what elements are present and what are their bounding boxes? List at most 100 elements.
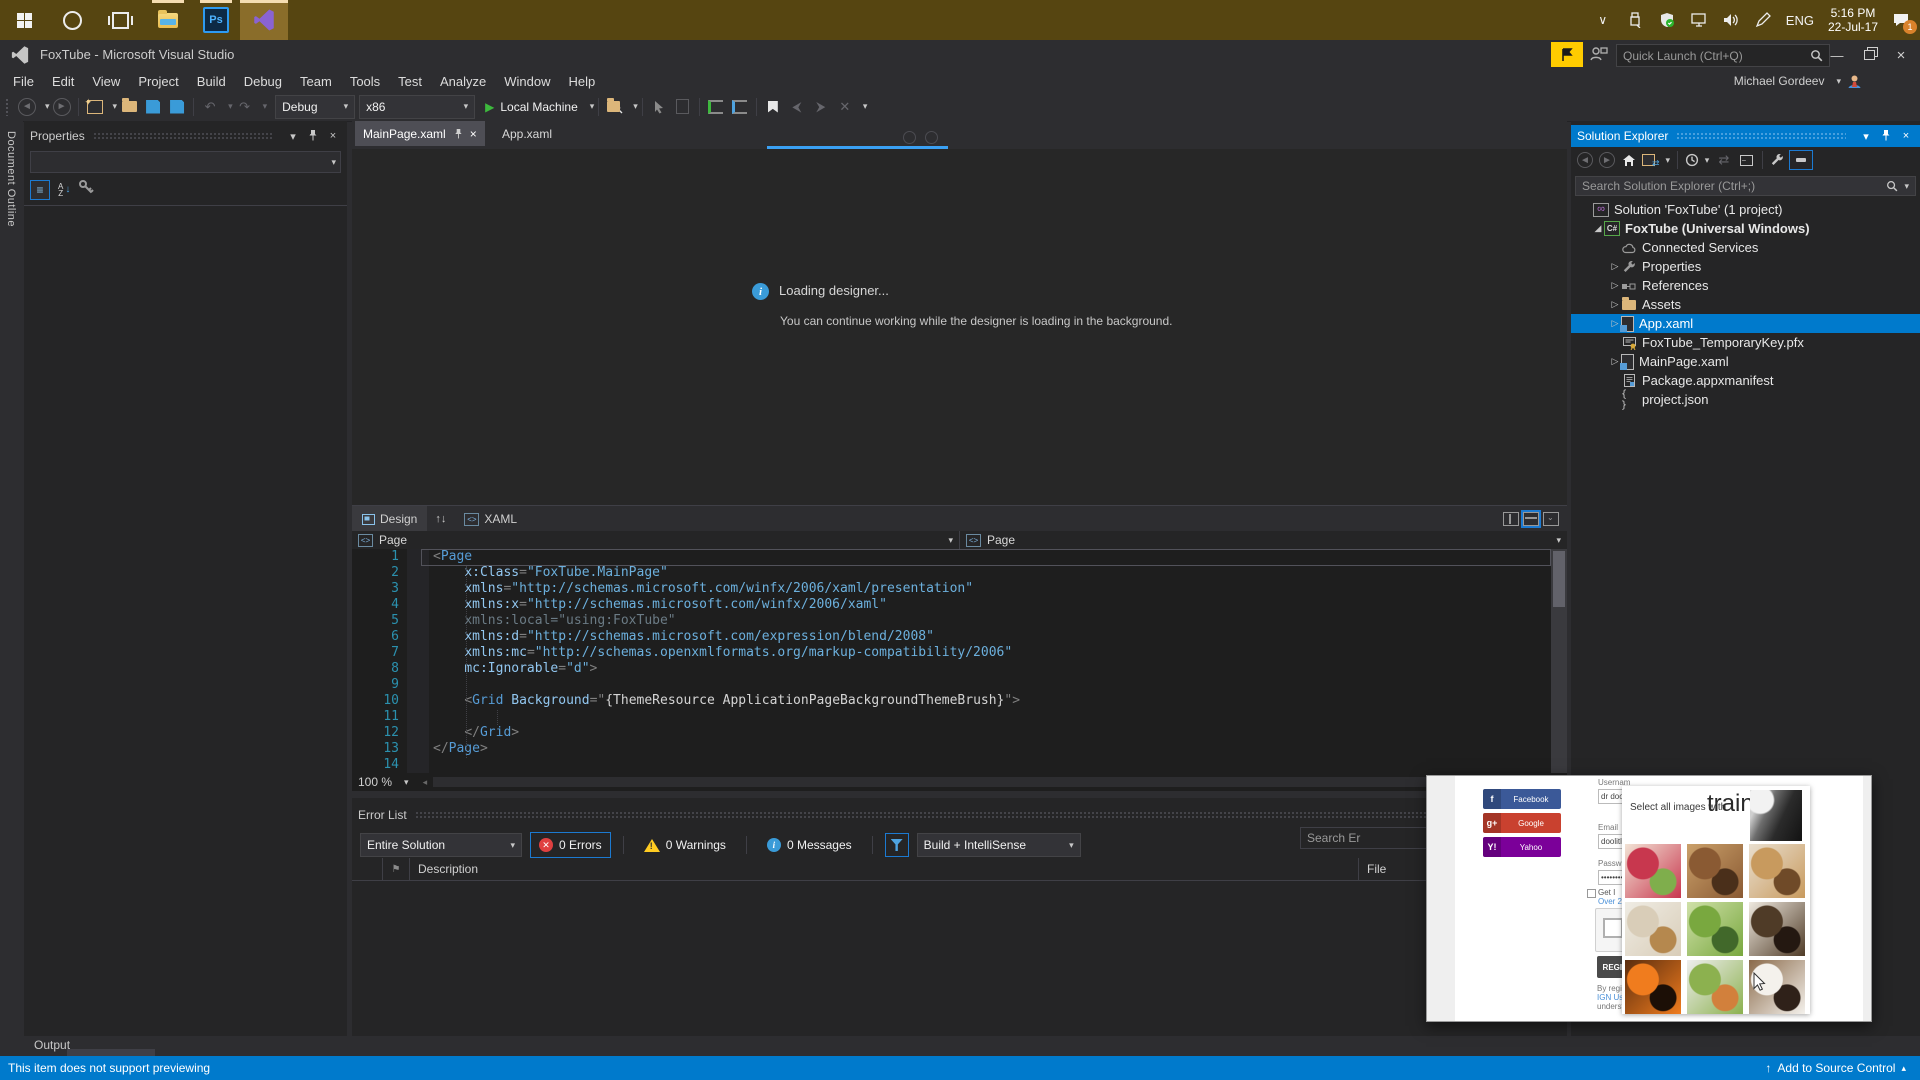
close-tab-icon[interactable]: × bbox=[470, 127, 477, 141]
breakpoint-margin[interactable] bbox=[407, 741, 429, 757]
file-explorer-button[interactable] bbox=[144, 0, 192, 40]
save-icon[interactable] bbox=[142, 96, 164, 118]
hidden-icons-chevron[interactable]: ∨ bbox=[1594, 11, 1612, 29]
messages-filter-button[interactable]: i0 Messages bbox=[759, 833, 860, 857]
network-icon[interactable] bbox=[1690, 11, 1708, 29]
pin-icon[interactable] bbox=[305, 129, 321, 144]
photoshop-button[interactable]: Ps bbox=[192, 0, 240, 40]
add-to-source-control-button[interactable]: ↑ Add to Source Control ▴ bbox=[1765, 1061, 1920, 1075]
recaptcha-checkbox[interactable] bbox=[1603, 918, 1623, 938]
build-intellisense-dropdown[interactable]: Build + IntelliSense ▾ bbox=[916, 833, 1081, 857]
menu-file[interactable]: File bbox=[4, 72, 43, 91]
new-project-icon[interactable]: ✦ bbox=[84, 96, 106, 118]
newsletter-checkbox[interactable] bbox=[1587, 889, 1596, 898]
menu-debug[interactable]: Debug bbox=[235, 72, 291, 91]
pending-changes-filter-icon[interactable]: ▾ bbox=[1682, 150, 1712, 170]
clock[interactable]: 5:16 PM 22-Jul-17 bbox=[1828, 6, 1878, 34]
severity-column-icon[interactable]: ⚑ bbox=[383, 858, 410, 880]
user-name[interactable]: Michael Gordeev bbox=[1734, 74, 1825, 88]
prev-bookmark-icon[interactable]: ⮜ bbox=[786, 96, 808, 118]
switch-views-icon[interactable]: ⇄ ▾ bbox=[1641, 150, 1671, 170]
start-button[interactable] bbox=[0, 0, 48, 40]
filter-button[interactable] bbox=[884, 833, 909, 857]
code-line[interactable]: 8 mc:Ignorable="d"> bbox=[352, 661, 1567, 677]
paste-icon[interactable] bbox=[672, 96, 694, 118]
expanded-arrow-icon[interactable]: ◢ bbox=[1592, 223, 1604, 234]
scrollbar-thumb[interactable] bbox=[1553, 551, 1565, 607]
description-column-header[interactable]: Description bbox=[410, 862, 1358, 876]
undo-icon[interactable]: ↶ bbox=[199, 96, 221, 118]
output-tab[interactable]: Output bbox=[34, 1038, 70, 1052]
collapse-all-icon[interactable]: − bbox=[1736, 150, 1756, 170]
tree-item-foxtube-temporarykey-pfx[interactable]: FoxTube_TemporaryKey.pfx bbox=[1571, 333, 1920, 352]
sync-with-active-document-icon[interactable]: ⇄ bbox=[1714, 150, 1734, 170]
action-center-icon[interactable]: 1 bbox=[1892, 11, 1917, 34]
breakpoint-margin[interactable] bbox=[407, 661, 429, 677]
close-button[interactable]: × bbox=[1886, 42, 1916, 68]
properties-wrench-icon[interactable] bbox=[1767, 150, 1787, 170]
code-line[interactable]: 11 bbox=[352, 709, 1567, 725]
menu-analyze[interactable]: Analyze bbox=[431, 72, 495, 91]
task-view-button[interactable] bbox=[96, 0, 144, 40]
menu-edit[interactable]: Edit bbox=[43, 72, 83, 91]
captcha-image-pancakes-coffee[interactable] bbox=[1749, 844, 1805, 898]
code-line[interactable]: 12 </Grid> bbox=[352, 725, 1567, 741]
editor-vertical-scrollbar[interactable] bbox=[1551, 549, 1567, 773]
captcha-image-glowing-bowl[interactable] bbox=[1625, 960, 1681, 1014]
google-login-button[interactable]: g+ Google bbox=[1483, 813, 1561, 833]
resize-grip[interactable] bbox=[67, 1049, 155, 1056]
menu-view[interactable]: View bbox=[83, 72, 129, 91]
captcha-image-coffee-beans[interactable] bbox=[1749, 902, 1805, 956]
vertical-split-icon[interactable] bbox=[1503, 512, 1519, 526]
open-file-icon[interactable] bbox=[118, 96, 140, 118]
clear-bookmarks-icon[interactable]: ✕ bbox=[834, 96, 856, 118]
breakpoint-margin[interactable] bbox=[407, 629, 429, 645]
page-right-gutter[interactable] bbox=[1863, 776, 1871, 1021]
code-line[interactable]: 14 bbox=[352, 757, 1567, 773]
collapsed-arrow-icon[interactable]: ▷ bbox=[1609, 299, 1621, 310]
xaml-code-editor[interactable]: 1 <Page 2 x:Class="FoxTube.MainPage" 3 xmln… bbox=[352, 549, 1567, 773]
code-line[interactable]: 1 <Page bbox=[352, 549, 1567, 565]
window-position-caret-icon[interactable]: ▾ bbox=[285, 130, 301, 143]
breakpoint-margin[interactable] bbox=[407, 549, 429, 565]
find-in-files-icon[interactable] bbox=[604, 96, 626, 118]
menu-window[interactable]: Window bbox=[495, 72, 559, 91]
breakpoint-margin[interactable] bbox=[407, 693, 429, 709]
code-line[interactable]: 6 xmlns:d="http://schemas.microsoft.com/… bbox=[352, 629, 1567, 645]
new-caret-icon[interactable]: ▾ bbox=[113, 101, 118, 112]
menu-tools[interactable]: Tools bbox=[341, 72, 389, 91]
restore-button[interactable] bbox=[1854, 42, 1884, 68]
toolbar-grip[interactable] bbox=[5, 97, 10, 116]
tree-item-project-json[interactable]: { } project.json bbox=[1571, 389, 1920, 411]
tree-item-properties[interactable]: ▷ Properties bbox=[1571, 257, 1920, 276]
hscroll-left-arrow[interactable]: ◂ bbox=[423, 777, 428, 788]
scope-dropdown[interactable]: Entire Solution ▾ bbox=[360, 833, 522, 857]
redo-icon[interactable]: ↷ bbox=[234, 96, 256, 118]
tree-item-connected-services[interactable]: Connected Services bbox=[1571, 238, 1920, 257]
select-element-icon[interactable] bbox=[648, 96, 670, 118]
horizontal-split-icon[interactable] bbox=[1521, 510, 1541, 528]
menu-project[interactable]: Project bbox=[129, 72, 187, 91]
captcha-image-green-salad[interactable] bbox=[1687, 902, 1743, 956]
breakpoint-margin[interactable] bbox=[407, 581, 429, 597]
design-view-tab[interactable]: Design bbox=[352, 506, 428, 532]
code-line[interactable]: 7 xmlns:mc="http://schemas.openxmlformat… bbox=[352, 645, 1567, 661]
pen-icon[interactable] bbox=[1754, 11, 1772, 29]
collapsed-arrow-icon[interactable]: ▷ bbox=[1609, 261, 1621, 272]
xaml-view-tab[interactable]: <> XAML bbox=[454, 506, 527, 532]
tab-mainpage-xaml[interactable]: MainPage.xaml × bbox=[355, 121, 485, 146]
document-outline-tab[interactable]: Document Outline bbox=[0, 123, 23, 273]
find-caret-icon[interactable]: ▾ bbox=[633, 101, 638, 112]
minimize-button[interactable]: — bbox=[1822, 42, 1852, 68]
editor-horizontal-scrollbar[interactable] bbox=[433, 777, 1561, 787]
toolbar-overflow-caret[interactable]: ▾ bbox=[863, 101, 868, 112]
yahoo-login-button[interactable]: Y! Yahoo bbox=[1483, 837, 1561, 857]
code-line[interactable]: 9 bbox=[352, 677, 1567, 693]
preview-popup-window[interactable]: f Facebook g+ Google Y! Yahoo Usernam dr dool… bbox=[1426, 775, 1872, 1022]
panel-grip[interactable] bbox=[414, 811, 1553, 819]
object-selector-dropdown[interactable]: ▾ bbox=[30, 151, 341, 173]
property-pages-icon[interactable] bbox=[78, 179, 95, 200]
navigate-back-icon[interactable]: ◄ bbox=[16, 96, 38, 118]
menu-build[interactable]: Build bbox=[188, 72, 235, 91]
captcha-image-strawberry-cake[interactable] bbox=[1625, 844, 1681, 898]
